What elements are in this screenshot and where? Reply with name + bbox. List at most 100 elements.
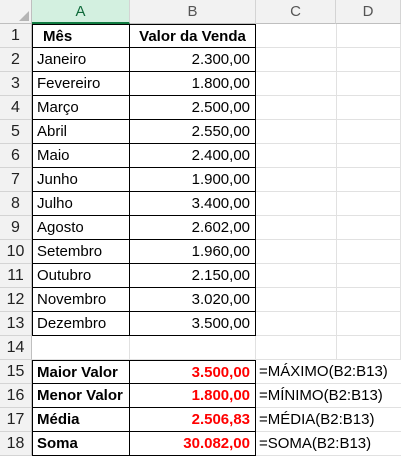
month-cell[interactable]: Maio [32, 144, 130, 168]
cell[interactable] [256, 216, 401, 240]
sheet-row: 17 Média 2.506,83 =MÉDIA(B2:B13) [0, 408, 401, 432]
summary-result-cell[interactable]: 2.506,83 [130, 408, 256, 432]
sheet-row: 15 Maior Valor 3.500,00 =MÁXIMO(B2:B13) [0, 360, 401, 384]
cell[interactable] [32, 336, 130, 360]
month-cell[interactable]: Outubro [32, 264, 130, 288]
month-cell[interactable]: Março [32, 96, 130, 120]
column-header-row: A B C D [0, 0, 401, 24]
summary-label-cell[interactable]: Média [32, 408, 130, 432]
row-header[interactable]: 15 [0, 360, 32, 384]
row-header[interactable]: 2 [0, 48, 32, 72]
cell[interactable] [256, 24, 401, 48]
gridline [336, 24, 337, 48]
sheet-row: 3 Fevereiro 1.800,00 [0, 72, 401, 96]
cell[interactable] [256, 120, 401, 144]
row-header[interactable]: 4 [0, 96, 32, 120]
cell[interactable] [256, 312, 401, 336]
sheet-row: 7 Junho 1.900,00 [0, 168, 401, 192]
sheet-row: 6 Maio 2.400,00 [0, 144, 401, 168]
summary-label-cell[interactable]: Soma [32, 432, 130, 456]
gridline [336, 312, 337, 336]
row-header[interactable]: 6 [0, 144, 32, 168]
sheet-row: 10 Setembro 1.960,00 [0, 240, 401, 264]
row-header[interactable]: 14 [0, 336, 32, 360]
row-header[interactable]: 3 [0, 72, 32, 96]
sheet-row: 13 Dezembro 3.500,00 [0, 312, 401, 336]
column-header-a[interactable]: A [32, 0, 130, 24]
gridline [336, 264, 337, 288]
cell[interactable] [256, 72, 401, 96]
row-header[interactable]: 18 [0, 432, 32, 456]
formula-text-cell[interactable]: =MÍNIMO(B2:B13) [256, 384, 401, 408]
value-cell[interactable]: 1.960,00 [130, 240, 256, 264]
cell[interactable] [256, 288, 401, 312]
column-header-b[interactable]: B [130, 0, 256, 24]
summary-result-cell[interactable]: 30.082,00 [130, 432, 256, 456]
value-cell[interactable]: 2.300,00 [130, 48, 256, 72]
cell[interactable] [256, 96, 401, 120]
value-cell[interactable]: 2.400,00 [130, 144, 256, 168]
gridline [336, 72, 337, 96]
header-cell-month[interactable]: Mês [32, 24, 130, 48]
row-header[interactable]: 8 [0, 192, 32, 216]
month-cell[interactable]: Julho [32, 192, 130, 216]
month-cell[interactable]: Junho [32, 168, 130, 192]
value-cell[interactable]: 2.150,00 [130, 264, 256, 288]
cell[interactable] [256, 336, 401, 360]
month-cell[interactable]: Dezembro [32, 312, 130, 336]
spreadsheet: A B C D 1 Mês Valor da Venda 2 Janeiro 2.300,… [0, 0, 401, 456]
sheet-row: 18 Soma 30.082,00 =SOMA(B2:B13) [0, 432, 401, 456]
summary-label-cell[interactable]: Maior Valor [32, 360, 130, 384]
formula-text-cell[interactable]: =SOMA(B2:B13) [256, 432, 401, 456]
row-header[interactable]: 11 [0, 264, 32, 288]
value-cell[interactable]: 1.800,00 [130, 72, 256, 96]
column-header-d[interactable]: D [336, 0, 401, 24]
month-cell[interactable]: Janeiro [32, 48, 130, 72]
select-all-button[interactable] [0, 0, 32, 24]
header-cell-value[interactable]: Valor da Venda [130, 24, 256, 48]
row-header[interactable]: 10 [0, 240, 32, 264]
value-cell[interactable]: 2.500,00 [130, 96, 256, 120]
summary-result-cell[interactable]: 1.800,00 [130, 384, 256, 408]
month-cell[interactable]: Fevereiro [32, 72, 130, 96]
row-header[interactable]: 12 [0, 288, 32, 312]
sheet-row: 9 Agosto 2.602,00 [0, 216, 401, 240]
value-cell[interactable]: 3.500,00 [130, 312, 256, 336]
month-cell[interactable]: Setembro [32, 240, 130, 264]
sheet-row: 1 Mês Valor da Venda [0, 24, 401, 48]
row-header[interactable]: 5 [0, 120, 32, 144]
row-header[interactable]: 9 [0, 216, 32, 240]
gridline [336, 216, 337, 240]
summary-label-cell[interactable]: Menor Valor [32, 384, 130, 408]
cell[interactable] [256, 168, 401, 192]
gridline [336, 168, 337, 192]
cell[interactable] [256, 144, 401, 168]
column-header-c[interactable]: C [256, 0, 336, 24]
value-cell[interactable]: 3.400,00 [130, 192, 256, 216]
cell[interactable] [256, 240, 401, 264]
row-header[interactable]: 16 [0, 384, 32, 408]
cell[interactable] [256, 192, 401, 216]
gridline [336, 240, 337, 264]
row-header[interactable]: 17 [0, 408, 32, 432]
sheet-row: 16 Menor Valor 1.800,00 =MÍNIMO(B2:B13) [0, 384, 401, 408]
month-cell[interactable]: Agosto [32, 216, 130, 240]
row-header[interactable]: 7 [0, 168, 32, 192]
row-header[interactable]: 13 [0, 312, 32, 336]
month-cell[interactable]: Abril [32, 120, 130, 144]
summary-result-cell[interactable]: 3.500,00 [130, 360, 256, 384]
cell[interactable] [256, 48, 401, 72]
gridline [336, 288, 337, 312]
row-header[interactable]: 1 [0, 24, 32, 48]
sheet-row: 5 Abril 2.550,00 [0, 120, 401, 144]
cell[interactable] [130, 336, 256, 360]
value-cell[interactable]: 3.020,00 [130, 288, 256, 312]
formula-text-cell[interactable]: =MÁXIMO(B2:B13) [256, 360, 401, 384]
value-cell[interactable]: 2.602,00 [130, 216, 256, 240]
formula-text-cell[interactable]: =MÉDIA(B2:B13) [256, 408, 401, 432]
value-cell[interactable]: 2.550,00 [130, 120, 256, 144]
cell[interactable] [256, 264, 401, 288]
sheet-row: 2 Janeiro 2.300,00 [0, 48, 401, 72]
month-cell[interactable]: Novembro [32, 288, 130, 312]
value-cell[interactable]: 1.900,00 [130, 168, 256, 192]
